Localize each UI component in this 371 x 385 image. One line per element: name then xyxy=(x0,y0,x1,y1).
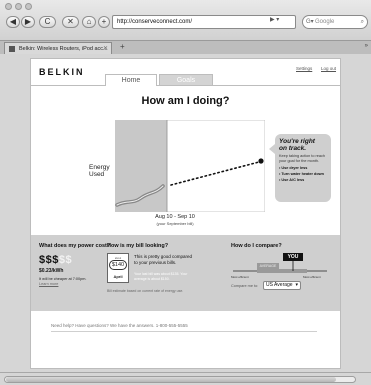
tip-list: • Use dryer less • Turn water heater dow… xyxy=(279,165,327,183)
callout-body: Keep taking action to reach your goal fo… xyxy=(279,154,326,163)
reload-button[interactable]: C xyxy=(39,16,56,28)
scale-low-label: Most efficient xyxy=(231,275,249,279)
cost-level-filled: $$$ xyxy=(39,254,59,266)
logout-link[interactable]: Log out xyxy=(321,66,336,71)
stop-button[interactable]: ✕ xyxy=(62,16,79,28)
compare-select-value: US Average xyxy=(266,282,293,288)
page-title: How am I doing? xyxy=(141,95,230,107)
browser-tab-strip: Belkin: Wireless Routers, iPod acc... ✕ … xyxy=(0,40,371,55)
compare-title: How do I compare? xyxy=(231,243,282,249)
search-icon[interactable]: ⌕ xyxy=(361,16,364,28)
window-controls xyxy=(5,3,32,10)
tab-home[interactable]: Home xyxy=(105,74,157,86)
scale-high-label: Most efficient xyxy=(303,275,321,279)
chevron-down-icon: ▾ xyxy=(295,282,298,288)
favicon-icon xyxy=(9,46,15,52)
page-viewport: BELKIN Settings Log out Home Goals How a… xyxy=(0,54,371,372)
tip-item[interactable]: • Use A/C less xyxy=(279,177,327,183)
cost-rate: $0.23/kWh xyxy=(39,268,64,274)
minimize-window-icon[interactable] xyxy=(15,3,22,10)
footer-divider xyxy=(51,331,317,332)
callout-title-line1: You're right xyxy=(279,138,315,145)
browser-tab-title: Belkin: Wireless Routers, iPod acc... xyxy=(19,46,108,52)
tab-goals[interactable]: Goals xyxy=(159,74,213,85)
remaining-period-region xyxy=(166,120,265,212)
cost-note: It will be cheaper at 7:00pm. xyxy=(39,277,87,281)
bill-footnote: Bill estimate based on current rate of e… xyxy=(107,289,184,293)
forward-button[interactable]: ▶ xyxy=(21,16,35,28)
reload-icon: C xyxy=(44,17,51,26)
energy-label-line1: Energy xyxy=(89,164,110,171)
search-engine-icon[interactable]: G▾ xyxy=(306,16,314,28)
tip-label: Use dryer less xyxy=(281,166,308,170)
back-icon: ◀ xyxy=(9,17,17,26)
status-panel: How am I doing? Energy Used Today Your G… xyxy=(31,85,340,233)
bill-detail: Your last bill was about $135. Your aver… xyxy=(134,272,188,281)
status-callout: You're right on track. Keep taking actio… xyxy=(275,134,331,202)
home-icon: ⌂ xyxy=(86,17,92,26)
you-marker: YOU xyxy=(283,253,303,261)
forward-icon: ▶ xyxy=(24,17,32,26)
cost-level-empty: $$ xyxy=(58,254,73,266)
billing-period: Aug 10 - Sep 10 xyxy=(155,214,195,220)
energy-label-line2: Used xyxy=(89,171,105,178)
url-text: http://conserveconnect.com/ xyxy=(117,19,193,25)
goal-marker xyxy=(258,158,264,164)
callout-title-line2: on track. xyxy=(279,145,307,152)
compare-to-select[interactable]: US Average ▾ xyxy=(263,281,301,290)
average-marker: AVERAGE xyxy=(257,263,279,269)
comparison-scale xyxy=(233,261,327,273)
url-dropdown-icon[interactable]: ▶ ▾ xyxy=(270,16,279,23)
energy-axis-label: Energy Used xyxy=(89,164,110,178)
home-button[interactable]: ⌂ xyxy=(82,16,96,28)
add-bookmark-button[interactable]: + xyxy=(98,16,110,28)
summary-section: What does my power cost? $$$$$ $0.23/kWh… xyxy=(31,235,340,311)
horizontal-scrollbar[interactable] xyxy=(0,372,371,385)
tip-label: Use A/C less xyxy=(281,178,305,182)
bill-amount: $140 xyxy=(109,260,127,270)
zoom-window-icon[interactable] xyxy=(25,3,32,10)
dashboard-card: BELKIN Settings Log out Home Goals How a… xyxy=(30,58,341,369)
cost-title: What does my power cost? xyxy=(39,243,111,249)
stop-icon: ✕ xyxy=(67,17,74,26)
bill-month: April xyxy=(113,274,123,279)
tab-overflow-icon[interactable]: » xyxy=(365,43,368,49)
scrollbar-thumb[interactable] xyxy=(6,377,336,382)
close-window-icon[interactable] xyxy=(5,3,12,10)
browser-toolbar: ◀ ▶ C ✕ ⌂ + http://conserveconnect.com/ … xyxy=(0,0,371,55)
back-button[interactable]: ◀ xyxy=(6,16,20,28)
belkin-logo[interactable]: BELKIN xyxy=(39,67,85,77)
tip-label: Turn water heater down xyxy=(281,172,324,176)
comparison-range xyxy=(257,269,307,273)
compare-to-label: Compare me to: xyxy=(231,284,259,288)
billing-period-note: (your September bill) xyxy=(156,221,194,226)
search-placeholder: Google xyxy=(315,19,335,25)
energy-progress-graph xyxy=(115,120,265,212)
cost-level-indicator: $$$$$ xyxy=(39,254,72,266)
callout-title: You're right on track. xyxy=(279,138,327,152)
help-text: Need help? Have questions? We have the a… xyxy=(51,323,188,328)
add-icon: + xyxy=(101,17,107,26)
learn-more-link[interactable]: Learn more xyxy=(39,282,58,286)
bill-icon: about $140 April xyxy=(107,253,129,283)
search-field[interactable]: G▾ Google ⌕ xyxy=(302,15,368,29)
bill-title: How is my bill looking? xyxy=(107,243,169,249)
new-tab-icon[interactable]: + xyxy=(120,42,125,51)
url-field[interactable]: http://conserveconnect.com/ xyxy=(112,15,296,29)
bill-summary: This is pretty good compared to your pre… xyxy=(134,254,193,265)
settings-link[interactable]: Settings xyxy=(296,66,312,71)
